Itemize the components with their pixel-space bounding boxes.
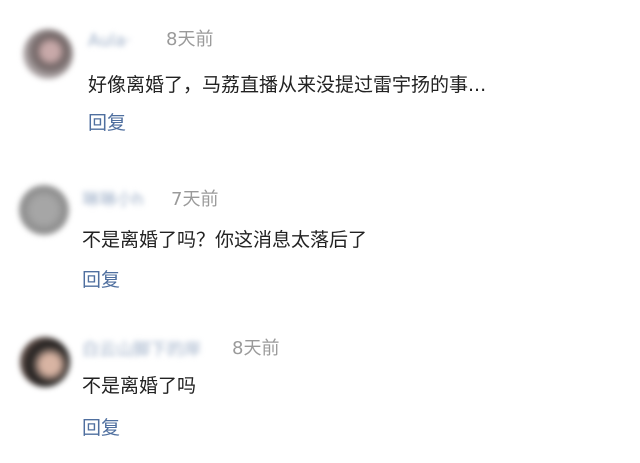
username[interactable]: Aula· [88,30,164,52]
avatar[interactable] [20,337,70,387]
comment-text: 好像离婚了，马荔直播从来没提过雷宇扬的事... [88,74,487,96]
comment-text: 不是离婚了吗？你这消息太落后了 [82,229,368,251]
avatar[interactable] [19,185,69,235]
comment-item: Aula· 8天前 好像离婚了，马荔直播从来没提过雷宇扬的事... 回复 [0,0,640,150]
reply-button[interactable]: 回复 [82,267,120,293]
comment-item: 白云山脚下的岸 8天前 不是离婚了吗 回复 [0,318,640,463]
timestamp: 8天前 [232,338,280,359]
comment-text: 不是离婚了吗 [82,375,197,397]
comment-item: 琳琳小h 7天前 不是离婚了吗？你这消息太落后了 回复 [0,160,640,310]
timestamp: 8天前 [166,29,214,50]
avatar[interactable] [23,29,73,79]
username[interactable]: 琳琳小h [82,189,166,211]
reply-button[interactable]: 回复 [88,110,126,136]
username[interactable]: 白云山脚下的岸 [82,339,226,361]
timestamp: 7天前 [171,189,219,210]
reply-button[interactable]: 回复 [82,415,120,441]
